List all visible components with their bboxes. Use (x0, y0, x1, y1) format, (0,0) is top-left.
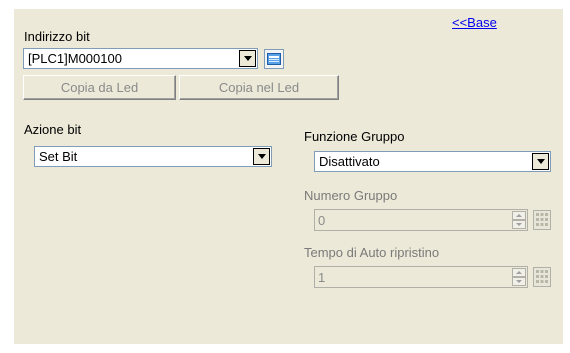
bit-action-combo[interactable]: Set Bit (34, 146, 272, 167)
spin-up-icon (512, 211, 526, 220)
group-number-value: 0 (318, 213, 326, 228)
calculator-icon (533, 267, 551, 287)
keypad-icon[interactable] (264, 49, 284, 69)
base-link[interactable]: <<Base (452, 15, 497, 30)
copy-to-led-button[interactable]: Copia nel Led (179, 75, 339, 100)
chevron-down-icon[interactable] (253, 148, 270, 165)
chevron-down-icon[interactable] (532, 153, 549, 170)
bit-address-value: [PLC1]M000100 (28, 51, 122, 66)
group-function-combo[interactable]: Disattivato (314, 151, 551, 172)
bit-action-label: Azione bit (24, 122, 82, 137)
spin-down-icon (512, 220, 526, 229)
chevron-down-icon[interactable] (239, 50, 256, 67)
group-function-value: Disattivato (319, 154, 380, 169)
settings-panel: <<Base Indirizzo bit [PLC1]M000100 Copia… (14, 9, 563, 344)
bit-address-label: Indirizzo bit (24, 29, 90, 44)
group-number-label: Numero Gruppo (304, 188, 398, 203)
spin-up-icon (512, 268, 526, 277)
bit-action-value: Set Bit (39, 149, 78, 164)
auto-reset-time-label: Tempo di Auto ripristino (304, 245, 440, 260)
group-function-label: Funzione Gruppo (304, 129, 405, 144)
auto-reset-time-value: 1 (318, 270, 326, 285)
calculator-icon (533, 210, 551, 230)
spin-down-icon (512, 277, 526, 286)
bit-address-combo[interactable]: [PLC1]M000100 (23, 48, 258, 69)
group-number-spinner: 0 (314, 209, 528, 231)
auto-reset-time-spinner: 1 (314, 266, 528, 288)
copy-from-led-button[interactable]: Copia da Led (23, 75, 176, 100)
